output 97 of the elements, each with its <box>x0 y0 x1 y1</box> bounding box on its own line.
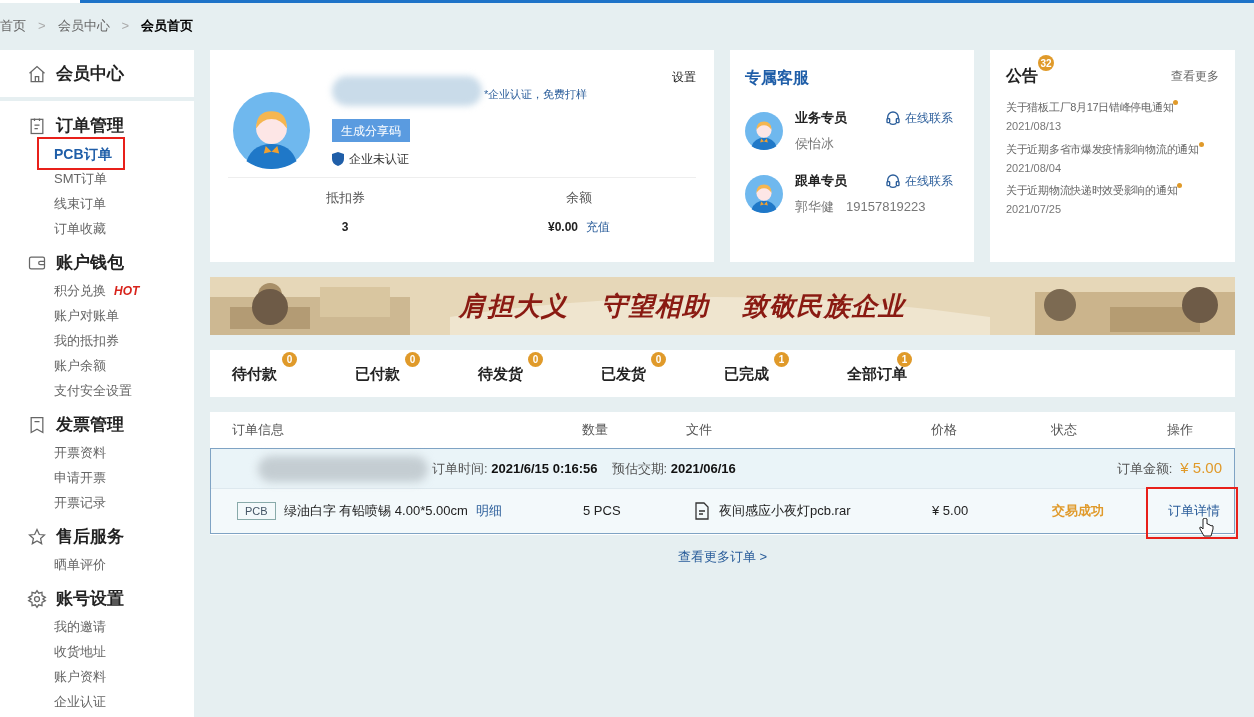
stat-value: 3 <box>341 218 349 236</box>
sidebar-item[interactable]: 晒单评价 <box>54 554 106 575</box>
agent-role: 跟单专员 <box>795 172 847 190</box>
order-time: 订单时间: 2021/6/15 0:16:56 <box>432 459 598 478</box>
promo-link[interactable]: *企业认证，免费打样 <box>484 86 588 103</box>
shield-icon <box>332 152 344 166</box>
quantity: 5 PCS <box>583 502 622 521</box>
sidebar-group-title: 账户钱包 <box>56 252 124 275</box>
stat-label: 抵扣券 <box>325 189 365 207</box>
sidebar-item[interactable]: 我的抵扣券 <box>54 330 119 351</box>
sidebar-header[interactable]: 会员中心 <box>0 50 194 97</box>
file-icon <box>695 502 709 520</box>
notice-date: 2021/07/25 <box>1006 202 1063 217</box>
price: ¥ 5.00 <box>932 502 970 521</box>
notice-date: 2021/08/13 <box>1006 119 1063 134</box>
sidebar-item[interactable]: 订单收藏 <box>54 218 106 239</box>
product-spec: 绿油白字 有铅喷锡 4.00*5.00cm <box>283 502 468 521</box>
recharge-link[interactable]: 充值 <box>586 217 610 236</box>
stat-label: 余额 <box>566 189 592 207</box>
agent-avatar <box>745 174 783 213</box>
star-icon <box>27 527 47 547</box>
detail-link[interactable]: 明细 <box>475 501 502 521</box>
order-tab[interactable]: 已付款 <box>355 364 400 382</box>
breadcrumb-link[interactable]: 会员中心 <box>57 15 110 36</box>
column-header: 操作 <box>1167 421 1194 440</box>
sidebar-item[interactable]: 账户资料 <box>54 666 106 687</box>
certification-status: 企业未认证 <box>349 151 409 168</box>
count-badge: 32 <box>1038 55 1054 71</box>
breadcrumb-link[interactable]: 首页 <box>0 15 26 36</box>
agent-role: 业务专员 <box>795 109 847 127</box>
banner-slogan: 肩担大义 <box>459 289 569 323</box>
sidebar-item[interactable]: 我的邀请 <box>54 616 106 637</box>
hot-tag: HOT <box>114 281 140 300</box>
order-tab[interactable]: 全部订单 <box>847 364 907 382</box>
sidebar-group-title: 发票管理 <box>56 414 124 437</box>
file-name[interactable]: 夜间感应小夜灯pcb.rar <box>719 501 851 521</box>
count-badge: 0 <box>651 351 666 367</box>
settings-link[interactable]: 设置 <box>672 68 696 86</box>
sidebar-item[interactable]: 支付安全设置 <box>54 380 132 401</box>
sidebar-group-title: 售后服务 <box>56 526 124 549</box>
notice-title[interactable]: 关于近期多省市爆发疫情影响物流的通知 <box>1006 139 1199 158</box>
notice-title[interactable]: 关于猎板工厂8月17日错峰停电通知 <box>1006 98 1174 116</box>
banner-slogan: 致敬民族企业 <box>741 289 906 323</box>
online-contact-link[interactable]: 在线联系 <box>905 108 953 127</box>
agent-phone: 19157819223 <box>846 197 926 216</box>
count-badge: 1 <box>897 351 912 367</box>
sidebar-item[interactable]: SMT订单 <box>54 168 108 189</box>
sidebar-item[interactable]: 申请开票 <box>54 467 106 488</box>
notice-title[interactable]: 关于近期物流快递时效受影响的通知 <box>1006 181 1178 199</box>
sidebar-item[interactable]: 线束订单 <box>54 193 106 214</box>
column-header: 状态 <box>1051 421 1078 440</box>
breadcrumb-separator: > <box>121 16 130 35</box>
online-contact-link[interactable]: 在线联系 <box>905 171 953 190</box>
sidebar-item[interactable]: 收货地址 <box>54 641 106 662</box>
agent-name: 郭华健 <box>795 197 834 216</box>
stat-value: ¥0.00 <box>548 218 578 236</box>
order-tab[interactable]: 待发货 <box>478 364 523 382</box>
sidebar-item[interactable]: 账户对账单 <box>54 305 119 326</box>
count-badge: 0 <box>405 351 420 367</box>
count-badge: 0 <box>528 351 543 367</box>
settings-icon <box>27 589 47 609</box>
column-header: 价格 <box>931 421 958 440</box>
sidebar-item[interactable]: PCB订单 <box>54 143 112 164</box>
breadcrumb-link[interactable]: 会员首页 <box>141 15 194 36</box>
order-tab[interactable]: 待付款 <box>232 364 277 382</box>
sidebar-item[interactable]: 账户余额 <box>54 355 106 376</box>
order-details-link[interactable]: 订单详情 <box>1168 501 1220 521</box>
home-icon <box>27 63 47 84</box>
card-title: 专属客服 <box>745 68 810 88</box>
product-tag: PCB <box>237 501 276 521</box>
banner-slogan: 守望相助 <box>600 289 710 323</box>
order-status: 交易成功 <box>1052 502 1105 521</box>
order-tab[interactable]: 已完成 <box>724 364 769 382</box>
headset-icon <box>885 109 901 126</box>
order-total: ¥ 5.00 <box>1180 458 1222 479</box>
sidebar-group-title: 订单管理 <box>56 115 124 138</box>
count-badge: 0 <box>282 351 297 367</box>
column-header: 订单信息 <box>232 421 285 440</box>
agent-name: 侯怡冰 <box>795 134 834 153</box>
sidebar-item[interactable]: 开票记录 <box>54 492 106 513</box>
headset-icon <box>885 172 901 189</box>
notice-date: 2021/08/04 <box>1006 160 1063 176</box>
sidebar-item[interactable]: 企业认证 <box>54 691 106 712</box>
card-title: 公告 <box>1006 67 1038 84</box>
view-more-orders-link[interactable]: 查看更多订单 > <box>677 547 768 567</box>
column-header: 数量 <box>582 421 609 440</box>
column-header: 文件 <box>686 421 713 440</box>
sidebar-item[interactable]: 开票资料 <box>54 442 106 463</box>
order-tab[interactable]: 已发货 <box>601 364 646 382</box>
count-badge: 1 <box>774 351 789 367</box>
sidebar-group-title: 账号设置 <box>56 588 124 611</box>
estimated-delivery: 预估交期: 2021/06/16 <box>611 459 736 478</box>
sidebar-item[interactable]: 积分兑换 <box>54 280 106 301</box>
agent-avatar <box>745 111 783 150</box>
order-total-label: 订单金额: <box>1116 459 1173 478</box>
breadcrumb-separator: > <box>38 16 46 35</box>
view-more-link[interactable]: 查看更多 <box>1171 67 1219 85</box>
